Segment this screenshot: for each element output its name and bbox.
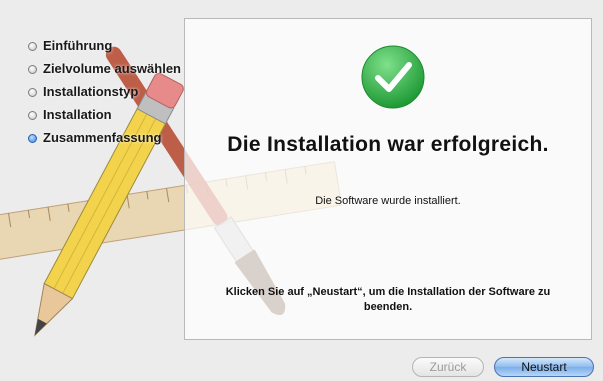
step-label: Zusammenfassung	[43, 130, 162, 145]
step-item-destination: Zielvolume auswählen	[28, 61, 188, 77]
step-item-summary: Zusammenfassung	[28, 130, 188, 146]
step-label: Installation	[43, 107, 112, 122]
step-label: Zielvolume auswählen	[43, 61, 181, 76]
installer-window: Einführung Zielvolume auswählen Installa…	[0, 0, 603, 381]
checkmark-success-icon	[361, 45, 425, 109]
step-bullet-active-icon	[28, 134, 37, 143]
installer-steps-list: Einführung Zielvolume auswählen Installa…	[28, 38, 188, 153]
back-button[interactable]: Zurück	[412, 357, 484, 377]
step-label: Installationstyp	[43, 84, 139, 99]
step-bullet-icon	[28, 65, 37, 74]
restart-hint: Klicken Sie auf „Neustart“, um die Insta…	[225, 286, 551, 313]
step-bullet-icon	[28, 111, 37, 120]
summary-panel: Die Installation war erfolgreich. Die So…	[184, 18, 592, 340]
step-item-introduction: Einführung	[28, 38, 188, 54]
step-bullet-icon	[28, 42, 37, 51]
step-label: Einführung	[43, 38, 113, 53]
step-item-installation: Installation	[28, 107, 188, 123]
step-item-installation-type: Installationstyp	[28, 84, 188, 100]
result-title: Die Installation war erfolgreich.	[227, 133, 549, 156]
step-bullet-icon	[28, 88, 37, 97]
restart-button[interactable]: Neustart	[494, 357, 594, 377]
result-subtitle: Die Software wurde installiert.	[315, 195, 461, 207]
